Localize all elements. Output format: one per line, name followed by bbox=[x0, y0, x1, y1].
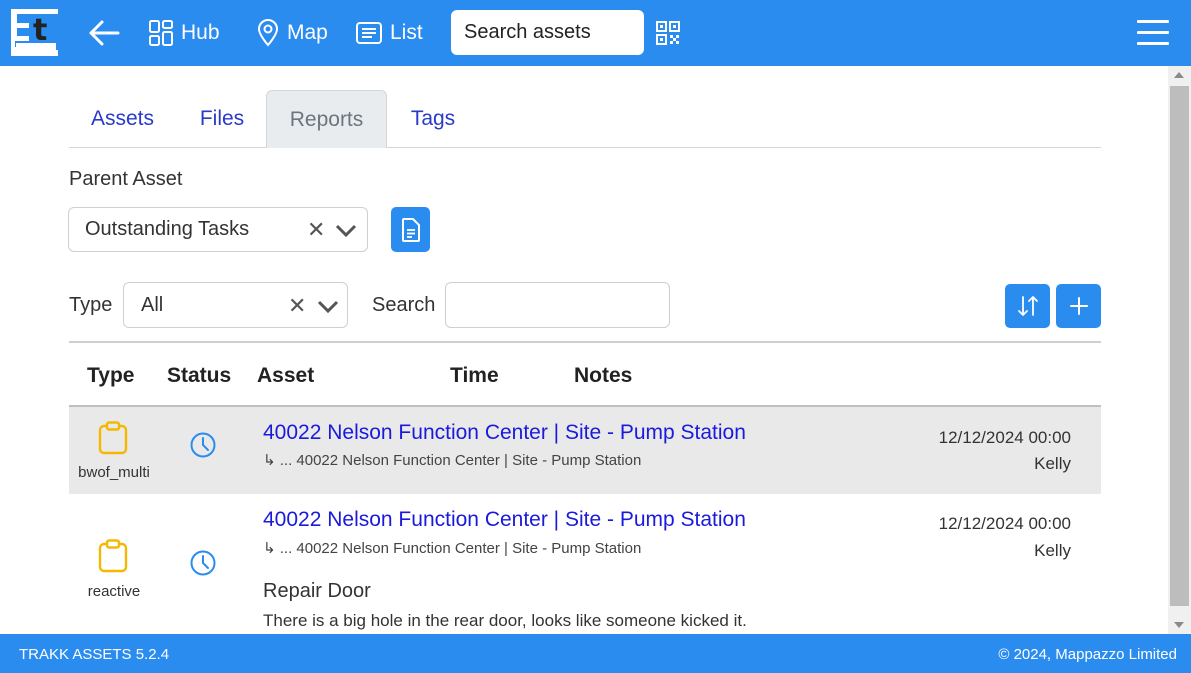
report-person: Kelly bbox=[1034, 454, 1071, 473]
tab-files[interactable]: Files bbox=[179, 90, 265, 148]
parent-asset-select[interactable]: Outstanding Tasks ✕ bbox=[68, 207, 368, 252]
search-filter-label: Search bbox=[372, 294, 436, 316]
search-filter-input[interactable] bbox=[445, 282, 670, 328]
hamburger-menu-icon[interactable] bbox=[1137, 20, 1169, 46]
clock-icon bbox=[190, 550, 216, 576]
tab-reports[interactable]: Reports bbox=[266, 90, 387, 148]
list-icon bbox=[356, 22, 382, 44]
qr-code-icon[interactable] bbox=[656, 21, 680, 45]
type-filter-select[interactable]: All ✕ bbox=[123, 282, 348, 328]
top-navbar: t Hub Map List bbox=[0, 0, 1191, 66]
app-logo[interactable]: t bbox=[11, 9, 58, 56]
tab-tags[interactable]: Tags bbox=[390, 90, 476, 148]
scroll-down-arrow-icon[interactable] bbox=[1174, 622, 1184, 628]
clipboard-icon bbox=[98, 421, 128, 455]
scroll-up-arrow-icon[interactable] bbox=[1174, 72, 1184, 78]
app-version: TRAKK ASSETS 5.2.4 bbox=[19, 646, 170, 663]
note-body: There is a big hole in the rear door, lo… bbox=[263, 611, 747, 630]
nav-hub-label: Hub bbox=[181, 21, 220, 44]
scrollbar-thumb[interactable] bbox=[1170, 86, 1189, 606]
column-header-asset[interactable]: Asset bbox=[257, 364, 314, 388]
nav-hub-link[interactable]: Hub bbox=[149, 18, 220, 48]
column-header-status[interactable]: Status bbox=[167, 364, 231, 388]
chevron-down-icon[interactable] bbox=[317, 297, 339, 320]
column-header-type[interactable]: Type bbox=[87, 364, 134, 388]
note-title: Repair Door bbox=[263, 580, 371, 602]
report-type-label: reactive bbox=[87, 583, 141, 600]
copyright-notice: © 2024, Mappazzo Limited bbox=[998, 646, 1177, 663]
column-header-time[interactable]: Time bbox=[450, 364, 499, 388]
sort-button[interactable] bbox=[1005, 284, 1050, 328]
report-type-label: bwof_multi bbox=[78, 464, 150, 481]
type-filter-value: All bbox=[141, 293, 164, 316]
grid-icon bbox=[149, 20, 173, 46]
clear-icon[interactable]: ✕ bbox=[288, 293, 306, 319]
chevron-down-icon[interactable] bbox=[335, 221, 357, 244]
report-time: 12/12/2024 00:00 bbox=[938, 514, 1071, 533]
nav-map-link[interactable]: Map bbox=[257, 18, 328, 48]
clipboard-icon bbox=[98, 539, 128, 573]
footer-bar: TRAKK ASSETS 5.2.4 © 2024, Mappazzo Limi… bbox=[0, 634, 1191, 673]
column-header-notes[interactable]: Notes bbox=[574, 364, 632, 388]
nav-list-link[interactable]: List bbox=[356, 18, 423, 48]
parent-asset-label: Parent Asset bbox=[69, 168, 183, 190]
add-report-button[interactable] bbox=[1056, 284, 1101, 328]
nav-list-label: List bbox=[390, 21, 423, 44]
nav-map-label: Map bbox=[287, 21, 328, 44]
search-assets-input[interactable] bbox=[451, 10, 644, 55]
plus-icon bbox=[1069, 297, 1088, 315]
report-time: 12/12/2024 00:00 bbox=[938, 428, 1071, 447]
asset-link[interactable]: 40022 Nelson Function Center | Site - Pu… bbox=[263, 508, 746, 532]
table-row[interactable]: reactive 40022 Nelson Function Center | … bbox=[69, 494, 1101, 634]
table-top-divider bbox=[69, 341, 1101, 343]
asset-parent-path: ↳ ... 40022 Nelson Function Center | Sit… bbox=[263, 452, 642, 469]
clear-icon[interactable]: ✕ bbox=[307, 217, 325, 243]
report-tabs: Assets Files Reports Tags bbox=[69, 90, 1101, 148]
table-row[interactable]: bwof_multi 40022 Nelson Function Center … bbox=[69, 407, 1101, 494]
report-document-button[interactable] bbox=[391, 207, 430, 252]
asset-link[interactable]: 40022 Nelson Function Center | Site - Pu… bbox=[263, 421, 746, 445]
report-person: Kelly bbox=[1034, 541, 1071, 560]
clock-icon bbox=[190, 432, 216, 458]
vertical-scrollbar[interactable] bbox=[1168, 66, 1191, 634]
type-filter-label: Type bbox=[69, 294, 113, 316]
svg-text:t: t bbox=[33, 13, 47, 48]
sort-arrows-icon bbox=[1017, 296, 1038, 316]
asset-parent-path: ↳ ... 40022 Nelson Function Center | Sit… bbox=[263, 540, 642, 557]
parent-asset-value: Outstanding Tasks bbox=[85, 218, 250, 240]
tab-assets[interactable]: Assets bbox=[69, 90, 176, 148]
back-arrow-icon[interactable] bbox=[88, 19, 120, 47]
map-pin-icon bbox=[257, 19, 279, 47]
document-icon bbox=[401, 217, 420, 242]
